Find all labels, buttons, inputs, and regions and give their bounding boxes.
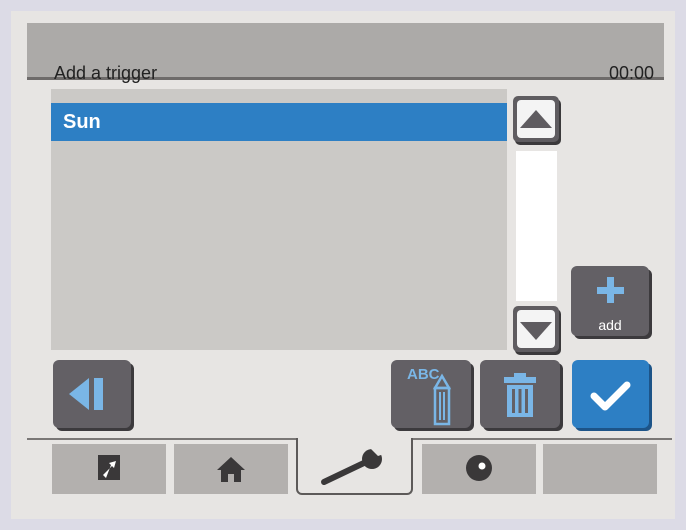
trigger-list[interactable]: Sun — [51, 89, 507, 350]
tab-empty[interactable] — [543, 444, 657, 494]
tab-shortcut[interactable] — [52, 444, 166, 494]
scroll-up-button[interactable] — [513, 96, 559, 142]
list-item-label: Sun — [63, 111, 101, 133]
scrollbar-track[interactable] — [516, 151, 557, 301]
plus-icon — [597, 277, 624, 303]
delete-button[interactable] — [480, 360, 560, 428]
disc-icon — [466, 455, 492, 481]
scroll-down-button[interactable] — [513, 306, 559, 352]
triangle-up-icon — [520, 110, 552, 128]
confirm-button[interactable] — [572, 360, 649, 428]
main-panel: Add a trigger 00:00 Sun add ABC — [11, 11, 675, 519]
home-icon — [217, 457, 245, 482]
list-item[interactable]: Sun — [51, 103, 507, 141]
trash-icon — [504, 373, 536, 417]
page-title: Add a trigger — [54, 63, 158, 83]
pencil-icon — [432, 373, 452, 426]
checkmark-icon — [590, 381, 631, 411]
add-button[interactable]: add — [571, 266, 649, 336]
add-button-label: add — [598, 317, 622, 333]
back-icon — [69, 378, 103, 410]
arrow-up-right-icon — [98, 455, 120, 480]
triangle-down-icon — [520, 322, 552, 340]
back-button[interactable] — [53, 360, 131, 428]
wrench-icon — [321, 446, 384, 485]
tab-media[interactable] — [422, 444, 536, 494]
clock: 00:00 — [608, 63, 654, 83]
tab-home[interactable] — [174, 444, 288, 494]
tab-settings[interactable] — [296, 438, 413, 495]
rename-button[interactable]: ABC — [391, 360, 471, 428]
title-bar: Add a trigger 00:00 — [27, 23, 664, 83]
